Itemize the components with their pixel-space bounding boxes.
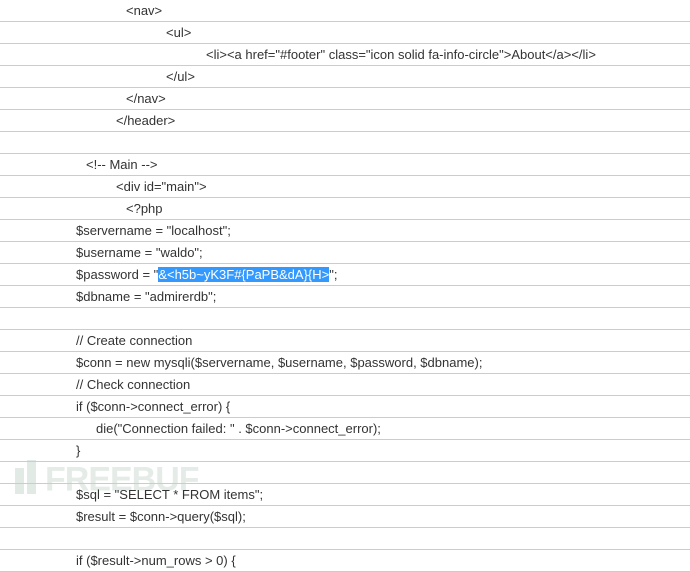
code-line[interactable] — [0, 132, 690, 154]
code-cell[interactable]: </header> — [0, 110, 690, 132]
code-line[interactable]: </ul> — [0, 66, 690, 88]
code-cell[interactable]: $result = $conn->query($sql); — [0, 506, 690, 528]
code-cell[interactable]: $username = "waldo"; — [0, 242, 690, 264]
code-line[interactable]: if ($conn->connect_error) { — [0, 396, 690, 418]
code-cell[interactable]: <?php — [0, 198, 690, 220]
code-cell[interactable]: // Create connection — [0, 330, 690, 352]
selected-text[interactable]: &<h5b~yK3F#{PaPB&dA}{H> — [158, 267, 329, 282]
code-body: <nav><ul><li><a href="#footer" class="ic… — [0, 0, 690, 572]
code-cell[interactable] — [0, 132, 690, 154]
code-line[interactable]: <li><a href="#footer" class="icon solid … — [0, 44, 690, 66]
code-line[interactable]: $username = "waldo"; — [0, 242, 690, 264]
code-line[interactable]: } — [0, 440, 690, 462]
code-line[interactable]: $sql = "SELECT * FROM items"; — [0, 484, 690, 506]
code-cell[interactable]: $conn = new mysqli($servername, $usernam… — [0, 352, 690, 374]
code-text: $password = " — [76, 267, 158, 282]
code-line[interactable]: // Create connection — [0, 330, 690, 352]
code-cell[interactable]: <div id="main"> — [0, 176, 690, 198]
code-text: "; — [329, 267, 337, 282]
code-cell[interactable]: $dbname = "admirerdb"; — [0, 286, 690, 308]
code-line[interactable] — [0, 462, 690, 484]
code-line[interactable] — [0, 528, 690, 550]
code-line[interactable]: $password = "&<h5b~yK3F#{PaPB&dA}{H>"; — [0, 264, 690, 286]
code-cell[interactable]: <nav> — [0, 0, 690, 22]
code-cell[interactable]: <ul> — [0, 22, 690, 44]
code-line[interactable]: <?php — [0, 198, 690, 220]
code-line[interactable]: $servername = "localhost"; — [0, 220, 690, 242]
code-line[interactable]: <ul> — [0, 22, 690, 44]
code-line[interactable]: $conn = new mysqli($servername, $usernam… — [0, 352, 690, 374]
code-cell[interactable] — [0, 462, 690, 484]
code-cell[interactable]: <li><a href="#footer" class="icon solid … — [0, 44, 690, 66]
code-line[interactable]: <!-- Main --> — [0, 154, 690, 176]
code-line[interactable] — [0, 308, 690, 330]
code-cell[interactable]: if ($conn->connect_error) { — [0, 396, 690, 418]
code-cell[interactable]: // Check connection — [0, 374, 690, 396]
code-line[interactable]: <nav> — [0, 0, 690, 22]
code-cell[interactable]: die("Connection failed: " . $conn->conne… — [0, 418, 690, 440]
code-cell[interactable] — [0, 308, 690, 330]
code-line[interactable]: </nav> — [0, 88, 690, 110]
code-line[interactable]: <div id="main"> — [0, 176, 690, 198]
code-line[interactable]: </header> — [0, 110, 690, 132]
code-line[interactable]: die("Connection failed: " . $conn->conne… — [0, 418, 690, 440]
code-cell[interactable]: $sql = "SELECT * FROM items"; — [0, 484, 690, 506]
code-cell[interactable]: $password = "&<h5b~yK3F#{PaPB&dA}{H>"; — [0, 264, 690, 286]
code-cell[interactable]: if ($result->num_rows > 0) { — [0, 550, 690, 572]
code-cell[interactable]: <!-- Main --> — [0, 154, 690, 176]
code-line[interactable]: // Check connection — [0, 374, 690, 396]
code-line[interactable]: if ($result->num_rows > 0) { — [0, 550, 690, 572]
code-cell[interactable] — [0, 528, 690, 550]
code-cell[interactable]: </ul> — [0, 66, 690, 88]
code-cell[interactable]: $servername = "localhost"; — [0, 220, 690, 242]
code-cell[interactable]: </nav> — [0, 88, 690, 110]
code-line[interactable]: $result = $conn->query($sql); — [0, 506, 690, 528]
code-line[interactable]: $dbname = "admirerdb"; — [0, 286, 690, 308]
code-table: <nav><ul><li><a href="#footer" class="ic… — [0, 0, 690, 572]
code-cell[interactable]: } — [0, 440, 690, 462]
